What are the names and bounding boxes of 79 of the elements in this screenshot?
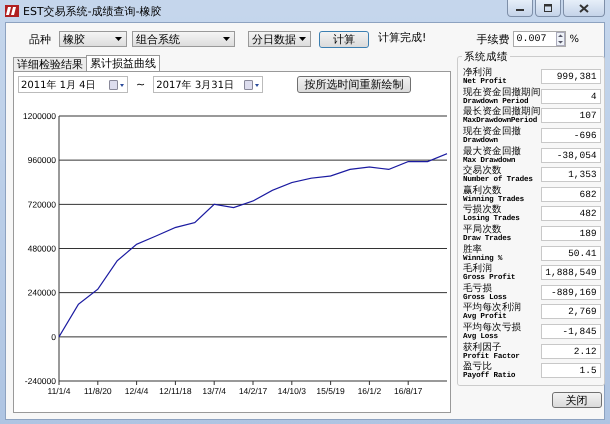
system-dropdown[interactable]: 组合系统 xyxy=(132,31,235,47)
y-tick-label: 1200000 xyxy=(22,111,56,121)
stat-label: 获利因子 xyxy=(463,342,503,353)
close-button[interactable] xyxy=(563,0,605,17)
start-date-picker[interactable]: 2011年 1月 4日 xyxy=(18,76,128,93)
calendar-dropdown-icon xyxy=(109,80,125,90)
stat-label: 最长资金回撤期间 xyxy=(463,106,541,118)
y-tick-label: 240000 xyxy=(28,288,56,298)
stat-label: 平局次数 xyxy=(463,224,502,236)
tab[interactable]: 累计损益曲线 xyxy=(86,55,160,71)
end-date-picker[interactable]: 2017年 3月31日 xyxy=(153,76,264,93)
stat-value-field: 1,353 xyxy=(540,167,601,182)
y-tick-label: 480000 xyxy=(28,244,56,254)
stat-value-field: 189 xyxy=(540,226,601,242)
minimize-button[interactable] xyxy=(507,0,533,17)
close-icon xyxy=(579,4,589,12)
stat-label: 最大资金回撤 xyxy=(463,146,522,157)
variety-dropdown[interactable]: 橡胶 xyxy=(59,31,127,47)
variety-label: 品种 xyxy=(29,32,51,46)
stat-value-field: 50.41 xyxy=(540,246,601,261)
x-tick-label: 11/1/4 xyxy=(48,386,70,396)
stat-value-field: 682 xyxy=(540,186,601,202)
maximize-icon xyxy=(543,4,553,12)
stat-label: 亏损次数 xyxy=(463,204,502,216)
stat-label: 净利润 xyxy=(463,67,492,78)
y-tick-label: 0 xyxy=(51,332,56,342)
stat-value-field: 1,888,549 xyxy=(540,265,601,280)
stat-label: 毛亏损 xyxy=(463,282,494,294)
stat-value-field: 1.5 xyxy=(540,363,601,378)
fee-unit: % xyxy=(569,34,579,44)
x-tick-label: 16/1/2 xyxy=(358,386,382,396)
app-logo-icon xyxy=(5,5,19,17)
data-mode-dropdown[interactable]: 分日数据 xyxy=(248,31,311,47)
stat-label: 毛利润 xyxy=(463,263,492,274)
stat-label: 交易次数 xyxy=(463,165,503,176)
y-tick-label: -240000 xyxy=(24,376,56,386)
stat-label: 现在资金回撤期间 xyxy=(463,86,541,98)
stat-label: 平均每次亏损 xyxy=(463,322,522,334)
stat-value-field: -38,054 xyxy=(540,148,601,163)
status-text: 计算完成! xyxy=(378,30,426,45)
calculate-button[interactable]: 计算 xyxy=(319,30,369,48)
stat-label: 赢利次数 xyxy=(463,184,502,196)
fee-spinner[interactable]: 0.007 xyxy=(513,31,566,47)
y-tick-label: 960000 xyxy=(28,155,56,166)
stat-value-field: 482 xyxy=(540,206,601,222)
x-tick-label: 14/10/3 xyxy=(278,386,306,396)
stat-label: 平均每次利润 xyxy=(463,302,522,314)
spinner-arrows-icon xyxy=(556,32,566,46)
dropdown-arrow-icon xyxy=(299,37,306,41)
x-tick-label: 15/5/19 xyxy=(316,386,345,396)
x-tick-label: 14/2/17 xyxy=(238,386,268,396)
stat-value-field: 4 xyxy=(540,88,601,104)
x-tick-label: 11/8/20 xyxy=(84,386,112,396)
x-tick-label: 16/8/17 xyxy=(394,386,422,396)
fee-label: 手续费 xyxy=(476,32,510,46)
y-tick-label: 720000 xyxy=(28,199,56,210)
maximize-button[interactable] xyxy=(535,0,561,17)
stat-label: 现在资金回撤 xyxy=(463,126,522,138)
x-tick-label: 12/4/4 xyxy=(124,386,148,396)
calendar-dropdown-icon xyxy=(244,80,260,90)
x-tick-label: 12/11/18 xyxy=(159,386,192,396)
close-dialog-button[interactable]: 关闭 xyxy=(552,392,602,408)
stat-value-field: 107 xyxy=(540,108,601,124)
stat-label: 胜率 xyxy=(463,244,482,255)
dropdown-arrow-icon xyxy=(223,37,230,41)
stat-value-field: -1,845 xyxy=(540,324,601,340)
range-separator: ~ xyxy=(136,78,146,91)
group-title: 系统成绩 xyxy=(462,50,510,64)
x-tick-label: 13/7/4 xyxy=(202,386,226,396)
stat-value-field: 999,381 xyxy=(540,69,601,84)
stat-value-field: -696 xyxy=(540,128,601,144)
stat-value-field: -889,169 xyxy=(540,284,601,300)
stat-label: 盈亏比 xyxy=(463,361,494,372)
dropdown-arrow-icon xyxy=(115,37,122,41)
window-title: EST交易系统-成绩查询-橡胶 xyxy=(23,4,162,18)
redraw-button[interactable]: 按所选时间重新绘制 xyxy=(297,76,412,93)
stat-value-field: 2,769 xyxy=(540,304,601,320)
tab[interactable]: 详细检验结果 xyxy=(13,57,87,71)
stat-value-field: 2.12 xyxy=(540,344,601,359)
